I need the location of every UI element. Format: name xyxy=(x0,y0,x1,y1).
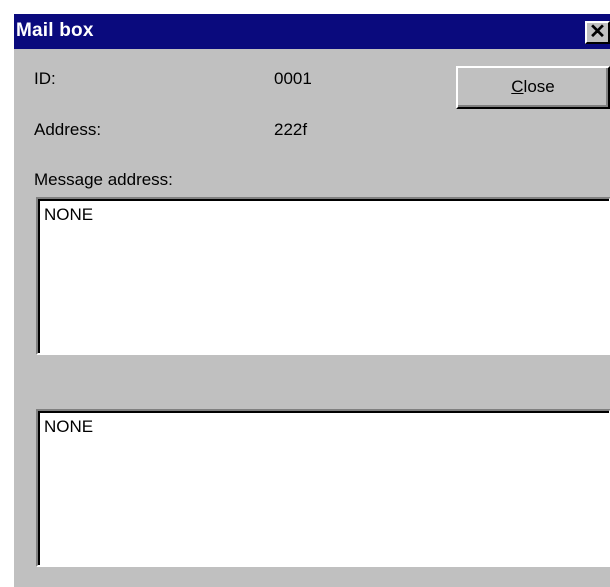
message-address-textbox[interactable]: NONE xyxy=(36,197,610,355)
address-value: 222f xyxy=(274,120,308,139)
id-label: ID: xyxy=(34,69,56,88)
close-button-accelerator: C xyxy=(511,77,524,96)
id-value: 0001 xyxy=(274,69,312,88)
close-button-label: lose xyxy=(523,77,555,96)
close-icon[interactable]: ✕ xyxy=(585,21,610,44)
window-title: Mail box xyxy=(16,20,94,41)
address-label: Address: xyxy=(34,120,102,139)
close-glyph: ✕ xyxy=(589,21,606,43)
title-bar[interactable]: Mail box ✕ xyxy=(14,14,610,49)
second-textbox[interactable]: NONE xyxy=(36,409,610,567)
close-button[interactable]: Close xyxy=(456,66,610,109)
message-address-label: Message address: xyxy=(34,170,173,189)
mailbox-window: Mail box ✕ ID: 0001 Close Address: 222f … xyxy=(12,12,610,587)
